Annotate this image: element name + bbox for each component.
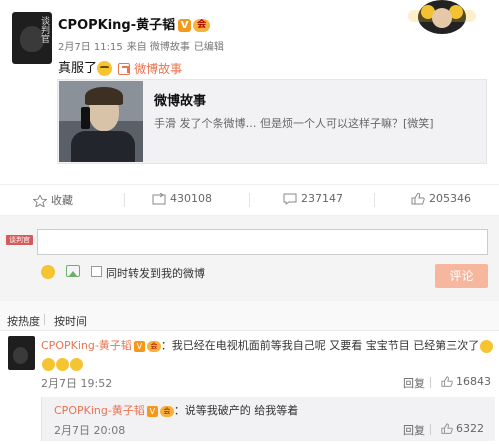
comment-button[interactable]: 237147 <box>283 192 343 205</box>
sub-reply-like-count: 6322 <box>456 422 484 435</box>
laughing-emoji-icon <box>70 357 83 371</box>
post-action-bar: 收藏 430108 237147 205346 <box>0 184 499 216</box>
follow-sticker-icon <box>408 0 476 34</box>
member-badge-icon: 会 <box>159 405 174 417</box>
comment-username[interactable]: CPOPKing-黄子韬 <box>41 339 132 352</box>
embarrassed-emoji-icon <box>97 61 113 76</box>
link-icon <box>118 62 131 75</box>
laughing-emoji-icon <box>56 357 69 371</box>
like-count: 205346 <box>429 192 471 205</box>
post-author-name-row: CPOPKing-黄子韬 V 会 <box>58 14 211 33</box>
post-story-link[interactable]: 微博故事 <box>134 62 182 76</box>
comment-input[interactable] <box>37 229 488 255</box>
verified-badge-icon: V <box>146 405 158 417</box>
post-author-avatar[interactable]: 谈判官 <box>12 12 52 64</box>
post-author-name[interactable]: CPOPKing-黄子韬 <box>58 18 175 33</box>
repost-checkbox-label: 同时转发到我的微博 <box>106 267 205 280</box>
comment-reply-button[interactable]: 回复 <box>403 375 425 391</box>
repost-checkbox[interactable] <box>91 266 102 277</box>
story-card-title: 微博故事 <box>154 94 207 109</box>
sub-reply-like-button[interactable]: 6322 <box>441 422 484 435</box>
sub-reply-text-row: CPOPKing-黄子韬 V 会：说等我破产的 给我等着 <box>54 402 298 418</box>
verified-badge-icon: V <box>178 19 192 32</box>
member-badge-icon: 会 <box>146 340 161 352</box>
post-text-content: 真服了 <box>58 61 98 76</box>
comment-count: 237147 <box>301 192 343 205</box>
comment-text-row: CPOPKing-黄子韬 V 会：我已经在电视机面前等我自己呢 又要看 宝宝节目 已… <box>41 337 496 373</box>
repost-icon <box>152 192 166 205</box>
comment-text: ：我已经在电视机面前等我自己呢 又要看 宝宝节目 已经第三次了 <box>160 339 480 352</box>
thumbs-up-icon <box>411 192 425 205</box>
sub-reply-reply-button[interactable]: 回复 <box>403 422 425 438</box>
post-edited-label: 已编辑 <box>193 42 224 53</box>
thumbs-up-icon <box>441 376 453 388</box>
comment-icon <box>283 193 297 205</box>
story-card[interactable]: 微博故事 手滑 发了个条微博… 但是烦一个人可以这样子嘛？[微笑] <box>57 79 487 164</box>
comment-time: 2月7日 19:52 <box>41 377 113 390</box>
sub-reply-username[interactable]: CPOPKing-黄子韬 <box>54 404 145 417</box>
sub-reply-text: ：说等我破产的 给我等着 <box>173 404 299 417</box>
post-date[interactable]: 2月7日 11:15 <box>58 42 123 53</box>
avatar-text: 谈判官 <box>39 16 49 43</box>
favorite-label: 收藏 <box>51 194 73 207</box>
composer-avatar: 谈判官 <box>6 235 33 245</box>
repost-count: 430108 <box>170 192 212 205</box>
like-button[interactable]: 205346 <box>411 192 471 205</box>
sort-by-hot-tab[interactable]: 按热度 <box>7 313 40 329</box>
emoji-picker-icon[interactable] <box>41 265 55 279</box>
sort-by-time-tab[interactable]: 按时间 <box>54 313 87 329</box>
favorite-button[interactable]: 收藏 <box>32 192 73 209</box>
post-source[interactable]: 来自 微博故事 <box>127 42 190 53</box>
laughing-emoji-icon <box>480 339 494 353</box>
post-text: 真服了 微博故事 <box>58 57 182 77</box>
image-upload-icon[interactable] <box>66 265 80 277</box>
submit-comment-button[interactable]: 评论 <box>435 264 488 288</box>
comment-avatar[interactable] <box>8 336 35 370</box>
sub-reply-time: 2月7日 20:08 <box>54 424 126 437</box>
comment-like-button[interactable]: 16843 <box>441 375 491 388</box>
post-meta: 2月7日 11:15 来自 微博故事 已编辑 <box>58 38 228 53</box>
laughing-emoji-icon <box>42 357 55 371</box>
comment-like-count: 16843 <box>456 375 491 388</box>
repost-button[interactable]: 430108 <box>152 192 212 205</box>
story-card-description: 手滑 发了个条微博… 但是烦一个人可以这样子嘛？[微笑] <box>154 117 434 130</box>
star-icon <box>32 193 48 209</box>
story-card-thumbnail <box>59 81 143 162</box>
thumbs-up-icon <box>441 423 453 435</box>
member-badge-icon: 会 <box>193 19 211 32</box>
verified-badge-icon: V <box>133 340 145 352</box>
